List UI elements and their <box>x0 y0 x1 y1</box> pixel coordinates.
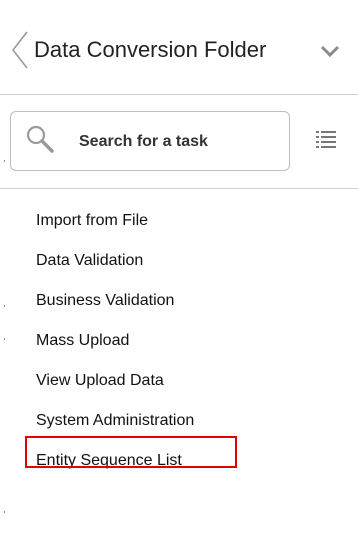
edge-tick <box>4 338 5 340</box>
edge-tick <box>4 511 5 513</box>
edge-tick <box>4 305 5 307</box>
task-data-validation[interactable]: Data Validation <box>36 248 194 288</box>
search-divider <box>0 188 358 189</box>
task-import-from-file[interactable]: Import from File <box>36 208 194 248</box>
folder-title[interactable]: Data Conversion Folder <box>34 34 266 66</box>
task-mass-upload[interactable]: Mass Upload <box>36 328 194 368</box>
search-input[interactable]: Search for a task <box>10 111 290 171</box>
list-icon[interactable] <box>316 130 336 150</box>
highlight-box <box>25 436 237 468</box>
edge-tick <box>4 160 5 162</box>
task-view-upload-data[interactable]: View Upload Data <box>36 368 194 408</box>
chevron-left-icon[interactable] <box>10 30 30 70</box>
task-business-validation[interactable]: Business Validation <box>36 288 194 328</box>
chevron-down-icon[interactable] <box>319 43 341 59</box>
panel-header: Data Conversion Folder <box>0 0 358 94</box>
search-placeholder: Search for a task <box>79 133 208 150</box>
search-icon <box>26 125 54 153</box>
task-panel: Data Conversion Folder Search for a task… <box>0 0 358 556</box>
header-divider <box>0 94 358 95</box>
